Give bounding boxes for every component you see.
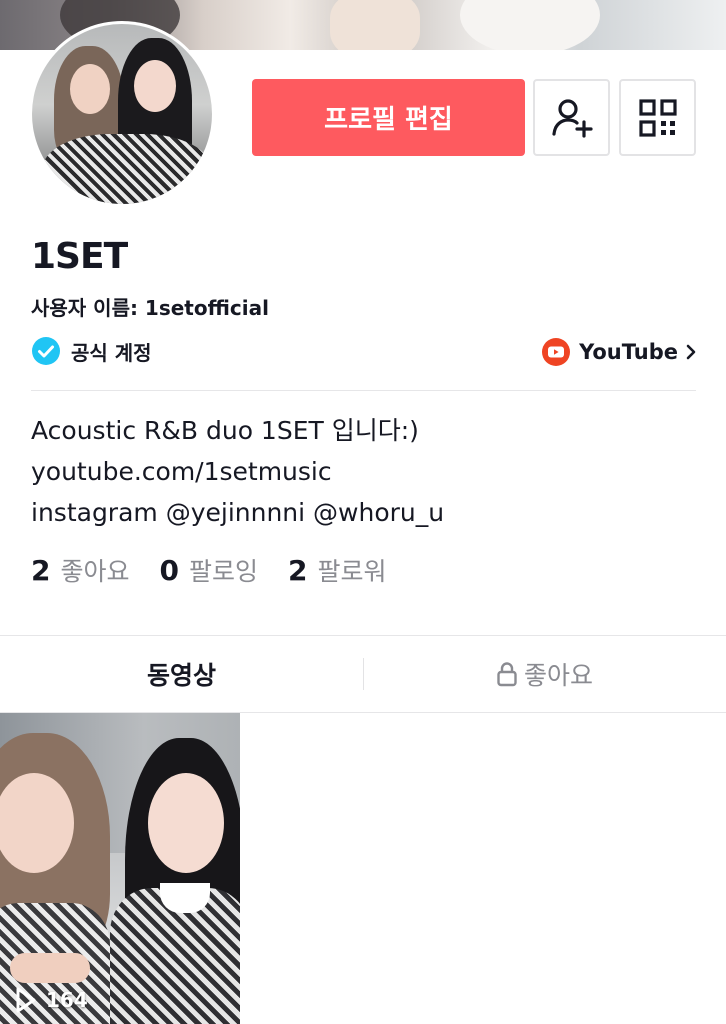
avatar[interactable] — [29, 21, 215, 207]
play-count: 164 — [14, 986, 88, 1014]
display-name: 1SET — [31, 236, 128, 277]
avatar-photo — [32, 24, 212, 204]
verified-badge-icon — [32, 337, 60, 365]
stat-value: 2 — [31, 554, 51, 587]
tab-videos[interactable]: 동영상 — [0, 636, 363, 712]
bio-line: Acoustic R&B duo 1SET 입니다:) — [31, 416, 419, 445]
lock-icon — [497, 662, 517, 687]
stat-following[interactable]: 0 팔로잉 — [160, 552, 259, 588]
verified-label: 공식 계정 — [71, 340, 152, 365]
stat-label: 팔로잉 — [188, 557, 258, 586]
tab-liked[interactable]: 좋아요 — [363, 636, 726, 712]
video-thumbnail[interactable] — [0, 713, 240, 1024]
stat-value: 2 — [288, 554, 308, 587]
play-icon — [16, 987, 36, 1013]
tab-divider — [363, 658, 364, 690]
stat-likes[interactable]: 2 좋아요 — [31, 552, 130, 588]
add-friend-button[interactable] — [533, 79, 610, 156]
edit-profile-button[interactable]: 프로필 편집 — [252, 79, 525, 156]
qr-code-button[interactable] — [619, 79, 696, 156]
tab-label: 동영상 — [146, 661, 216, 690]
youtube-label: YouTube — [579, 340, 678, 364]
play-count-value: 164 — [46, 988, 88, 1012]
stats-row: 2 좋아요 0 팔로잉 2 팔로워 — [31, 552, 417, 588]
bio-link[interactable]: youtube.com/1setmusic — [31, 451, 444, 492]
qr-code-icon — [638, 98, 677, 137]
bio-line: instagram @yejinnnni @whoru_u — [31, 498, 445, 527]
chevron-right-icon — [686, 344, 696, 360]
tab-label: 좋아요 — [523, 661, 593, 690]
add-user-icon — [551, 98, 593, 138]
verified-account: 공식 계정 — [31, 336, 152, 366]
stat-label: 팔로워 — [317, 557, 387, 586]
username: 사용자 이름: 1setofficial — [31, 296, 269, 320]
stat-label: 좋아요 — [60, 557, 130, 586]
stat-followers[interactable]: 2 팔로워 — [288, 552, 387, 588]
stat-value: 0 — [159, 554, 179, 587]
profile-page: 프로필 편집 1SET 사용자 이름: 1setofficial 공식 계정 Y… — [0, 0, 726, 1024]
bio: Acoustic R&B duo 1SET 입니다:) youtube.com/… — [31, 410, 444, 533]
youtube-link[interactable]: YouTube — [541, 336, 698, 368]
divider — [31, 390, 696, 391]
youtube-icon — [542, 338, 571, 366]
